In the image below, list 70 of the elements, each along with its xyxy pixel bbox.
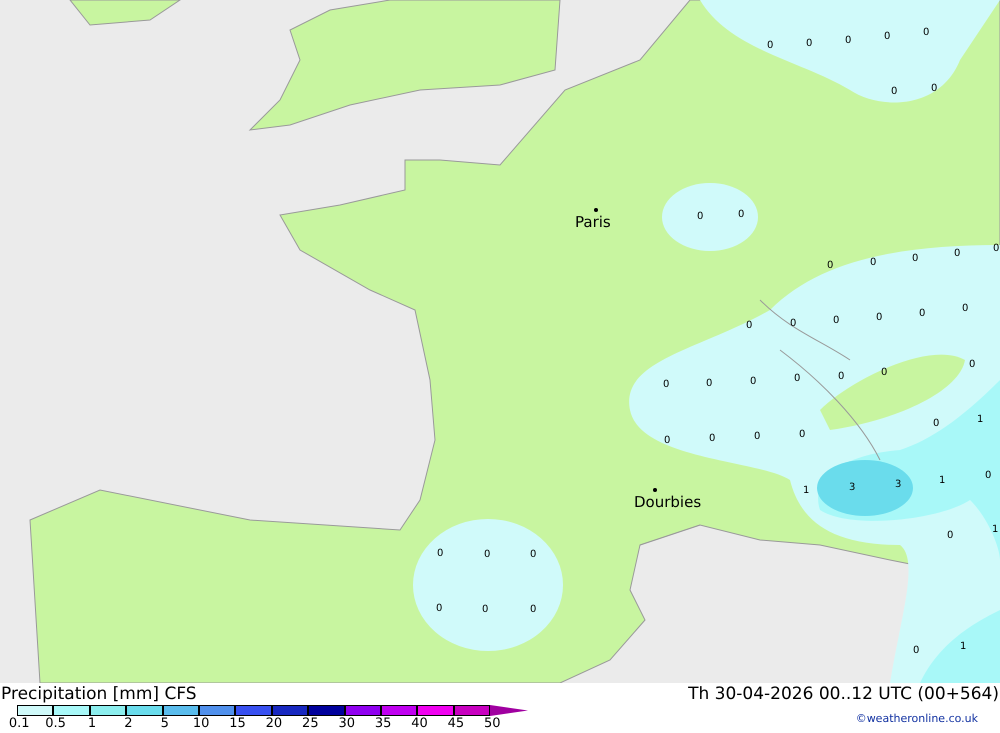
scale-tick-label: 10 xyxy=(192,716,210,731)
precipitation-value: 0 xyxy=(919,309,926,319)
city-label: Dourbies xyxy=(634,495,702,510)
scale-tick-label: 1 xyxy=(86,716,98,731)
precipitation-value: 0 xyxy=(947,531,954,541)
precipitation-value: 0 xyxy=(931,84,938,94)
precipitation-value: 0 xyxy=(754,432,760,442)
precipitation-value: 0 xyxy=(794,374,800,384)
city-label: Paris xyxy=(575,215,611,230)
precipitation-value: 0 xyxy=(799,430,806,440)
precipitation-value: 0 xyxy=(738,210,744,220)
precipitation-value: 0 xyxy=(697,212,704,222)
precipitation-value: 0 xyxy=(845,36,852,46)
precipitation-value: 0 xyxy=(912,254,918,264)
copyright-link[interactable]: ©weatheronline.co.uk xyxy=(856,711,978,728)
precipitation-value: 0 xyxy=(436,604,442,614)
precipitation-value: 0 xyxy=(530,605,536,615)
precipitation-value: 0 xyxy=(664,436,670,446)
scale-arrow-icon xyxy=(490,705,528,716)
precipitation-value: 0 xyxy=(750,377,756,387)
precipitation-value: 0 xyxy=(746,321,752,331)
precipitation-value: 0 xyxy=(437,549,444,559)
precipitation-value: 0 xyxy=(484,550,490,560)
precipitation-value: 0 xyxy=(838,372,844,382)
precipitation-value: 1 xyxy=(960,642,966,652)
precipitation-value: 0 xyxy=(806,39,812,49)
precipitation-value: 0 xyxy=(663,380,670,390)
precipitation-value: 0 xyxy=(969,360,976,370)
precipitation-value: 0 xyxy=(881,368,888,378)
city-marker-icon xyxy=(594,208,598,212)
precipitation-value: 0 xyxy=(876,313,882,323)
precipitation-value: 0 xyxy=(767,41,774,51)
precipitation-value: 0 xyxy=(985,471,992,481)
precipitation-value: 0 xyxy=(954,249,960,259)
precipitation-value: 1 xyxy=(803,486,810,496)
precipitation-value: 1 xyxy=(939,476,946,486)
scale-tick-label: 15 xyxy=(228,716,247,731)
precipitation-value: 3 xyxy=(895,480,902,490)
scale-tick-label: 20 xyxy=(264,716,284,731)
precipitation-value: 0 xyxy=(833,316,840,326)
scale-tick-label: 30 xyxy=(337,716,356,731)
precipitation-value: 0 xyxy=(933,419,940,429)
forecast-date: Th 30-04-2026 00..12 UTC (00+564) xyxy=(688,683,999,705)
precipitation-value: 1 xyxy=(992,525,998,535)
precipitation-value: 0 xyxy=(827,261,834,271)
scale-tick-label: 40 xyxy=(410,716,429,731)
precipitation-value: 3 xyxy=(849,483,856,493)
precipitation-value: 0 xyxy=(709,434,716,444)
precipitation-value: 0 xyxy=(913,646,920,656)
precipitation-value: 0 xyxy=(993,244,1000,254)
scale-tick-label: 45 xyxy=(446,716,466,731)
scale-tick-label: 2 xyxy=(123,716,134,731)
city-marker-icon xyxy=(653,488,657,492)
scale-tick-label: 50 xyxy=(483,716,502,731)
scale-tick-label: 25 xyxy=(301,716,320,731)
scale-tick-label: 0.1 xyxy=(8,716,31,731)
scale-tick-label: 0.5 xyxy=(44,716,67,731)
precipitation-value: 1 xyxy=(977,415,984,425)
precipitation-value: 0 xyxy=(706,379,712,389)
precipitation-value: 0 xyxy=(891,87,898,97)
precipitation-value: 0 xyxy=(962,304,968,314)
precipitation-value: 0 xyxy=(923,28,930,38)
legend-title: Precipitation [mm] CFS xyxy=(1,683,197,705)
precipitation-value: 0 xyxy=(790,319,796,329)
precipitation-value: 0 xyxy=(530,550,536,560)
precipitation-value: 0 xyxy=(482,605,488,615)
precipitation-value: 0 xyxy=(870,258,876,268)
scale-tick-label: 5 xyxy=(160,716,170,731)
precipitation-value: 0 xyxy=(884,32,890,42)
scale-tick-label: 35 xyxy=(374,716,392,731)
